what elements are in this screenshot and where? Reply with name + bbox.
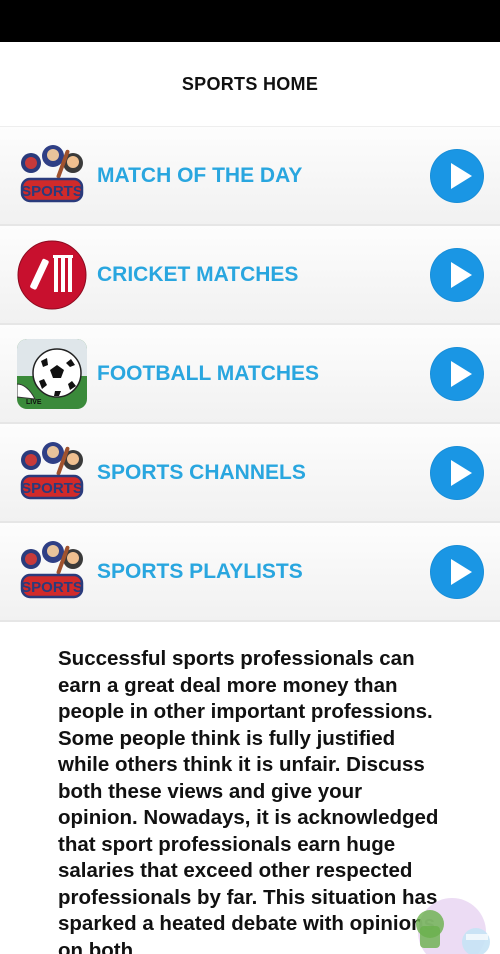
- menu-list: SPORTS MATCH OF THE DAY CRICKET MATCHES: [0, 126, 500, 622]
- play-button[interactable]: [430, 445, 484, 500]
- description-text: Successful sports professionals can earn…: [58, 647, 439, 954]
- svg-text:SPORTS: SPORTS: [21, 480, 83, 497]
- play-button[interactable]: [430, 247, 484, 302]
- sports-logo-icon: SPORTS: [17, 537, 87, 607]
- play-button[interactable]: [430, 346, 484, 401]
- menu-item-label: SPORTS CHANNELS: [97, 460, 306, 484]
- svg-text:SPORTS: SPORTS: [21, 579, 83, 596]
- status-bar: [0, 0, 500, 42]
- play-button[interactable]: [430, 148, 484, 203]
- menu-item-match-of-the-day[interactable]: SPORTS MATCH OF THE DAY: [0, 126, 500, 226]
- sports-logo-icon: SPORTS: [17, 141, 87, 211]
- menu-item-label: CRICKET MATCHES: [97, 262, 299, 286]
- menu-item-label: SPORTS PLAYLISTS: [97, 559, 303, 583]
- page-title: SPORTS HOME: [181, 73, 319, 94]
- play-icon: [451, 261, 472, 288]
- football-icon: LIVE: [17, 338, 87, 409]
- play-icon: [451, 360, 472, 387]
- menu-item-sports-playlists[interactable]: SPORTS SPORTS PLAYLISTS: [0, 523, 500, 622]
- svg-text:SPORTS: SPORTS: [21, 183, 83, 200]
- sports-logo-icon: SPORTS: [17, 438, 87, 508]
- menu-item-label: FOOTBALL MATCHES: [97, 361, 320, 385]
- menu-item-label: MATCH OF THE DAY: [97, 163, 303, 187]
- play-icon: [451, 558, 472, 585]
- cricket-icon: [17, 240, 87, 310]
- menu-item-sports-channels[interactable]: SPORTS SPORTS CHANNELS: [0, 424, 500, 523]
- menu-item-cricket-matches[interactable]: CRICKET MATCHES: [0, 226, 500, 325]
- play-button[interactable]: [430, 544, 484, 599]
- svg-text:LIVE: LIVE: [26, 399, 42, 406]
- play-icon: [451, 459, 472, 486]
- play-icon: [451, 162, 472, 189]
- menu-item-football-matches[interactable]: LIVE FOOTBALL MATCHES: [0, 325, 500, 424]
